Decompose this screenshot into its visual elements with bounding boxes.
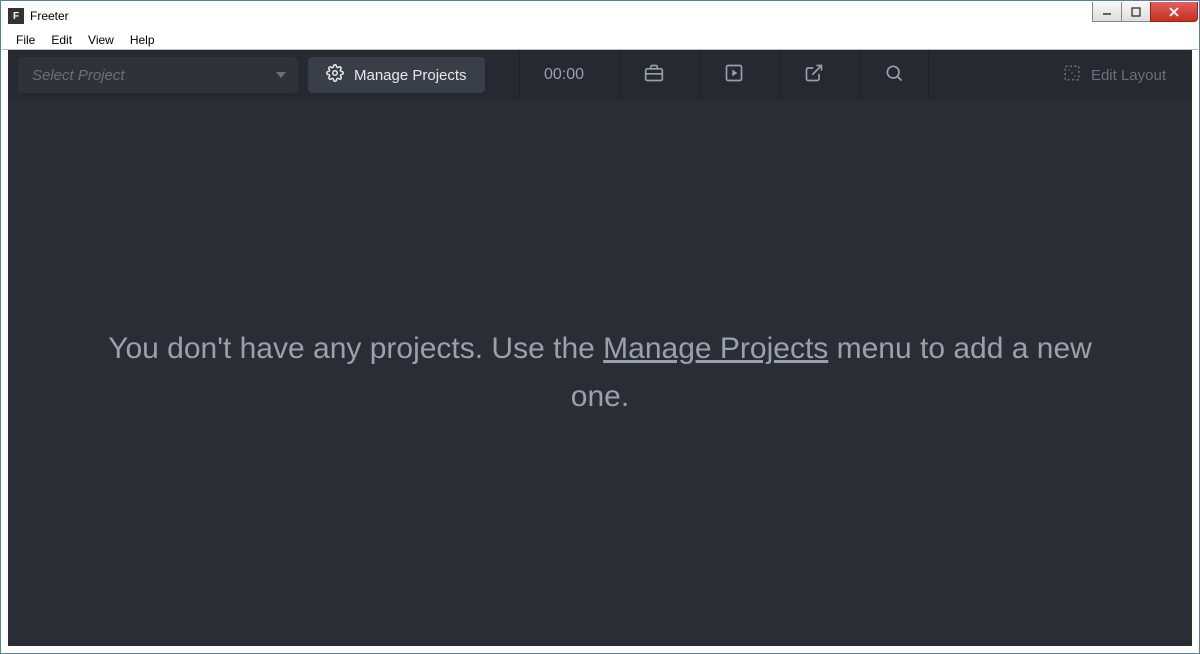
play-icon (724, 63, 744, 88)
menu-help[interactable]: Help (122, 31, 163, 49)
app-area: Select Project Manage Projects 00:00 (8, 50, 1192, 646)
edit-layout-label: Edit Layout (1091, 67, 1166, 84)
close-button[interactable] (1150, 2, 1198, 22)
project-select-dropdown[interactable]: Select Project (18, 57, 298, 93)
toolbar: Select Project Manage Projects 00:00 (8, 50, 1192, 100)
project-select-placeholder: Select Project (32, 67, 125, 84)
play-button[interactable] (699, 50, 769, 100)
menu-view[interactable]: View (80, 31, 122, 49)
manage-projects-button[interactable]: Manage Projects (308, 57, 485, 93)
app-icon: F (8, 8, 24, 24)
titlebar: F Freeter (2, 2, 1198, 30)
window-title: Freeter (30, 9, 69, 23)
chevron-down-icon (276, 72, 286, 78)
window-frame: F Freeter File Edit View Help Select Pro… (0, 0, 1200, 654)
search-button[interactable] (859, 50, 929, 100)
content-area: You don't have any projects. Use the Man… (8, 100, 1192, 646)
layout-icon (1063, 64, 1081, 86)
edit-layout-button[interactable]: Edit Layout (1047, 57, 1182, 93)
toolbox-button[interactable] (619, 50, 689, 100)
maximize-button[interactable] (1121, 2, 1151, 22)
menu-file[interactable]: File (8, 31, 43, 49)
external-link-icon (804, 63, 824, 88)
open-external-button[interactable] (779, 50, 849, 100)
minimize-button[interactable] (1092, 2, 1122, 22)
gear-icon (326, 64, 344, 86)
empty-text-part1: You don't have any projects. Use the (108, 332, 603, 365)
window-controls (1093, 2, 1198, 22)
manage-projects-label: Manage Projects (354, 67, 467, 84)
empty-state-message: You don't have any projects. Use the Man… (90, 325, 1110, 421)
search-icon (884, 63, 904, 88)
menubar: File Edit View Help (2, 30, 1198, 50)
briefcase-icon (644, 63, 664, 88)
manage-projects-link[interactable]: Manage Projects (603, 332, 828, 365)
menu-edit[interactable]: Edit (43, 31, 80, 49)
timer-value: 00:00 (544, 66, 584, 84)
timer-display[interactable]: 00:00 (519, 50, 609, 100)
